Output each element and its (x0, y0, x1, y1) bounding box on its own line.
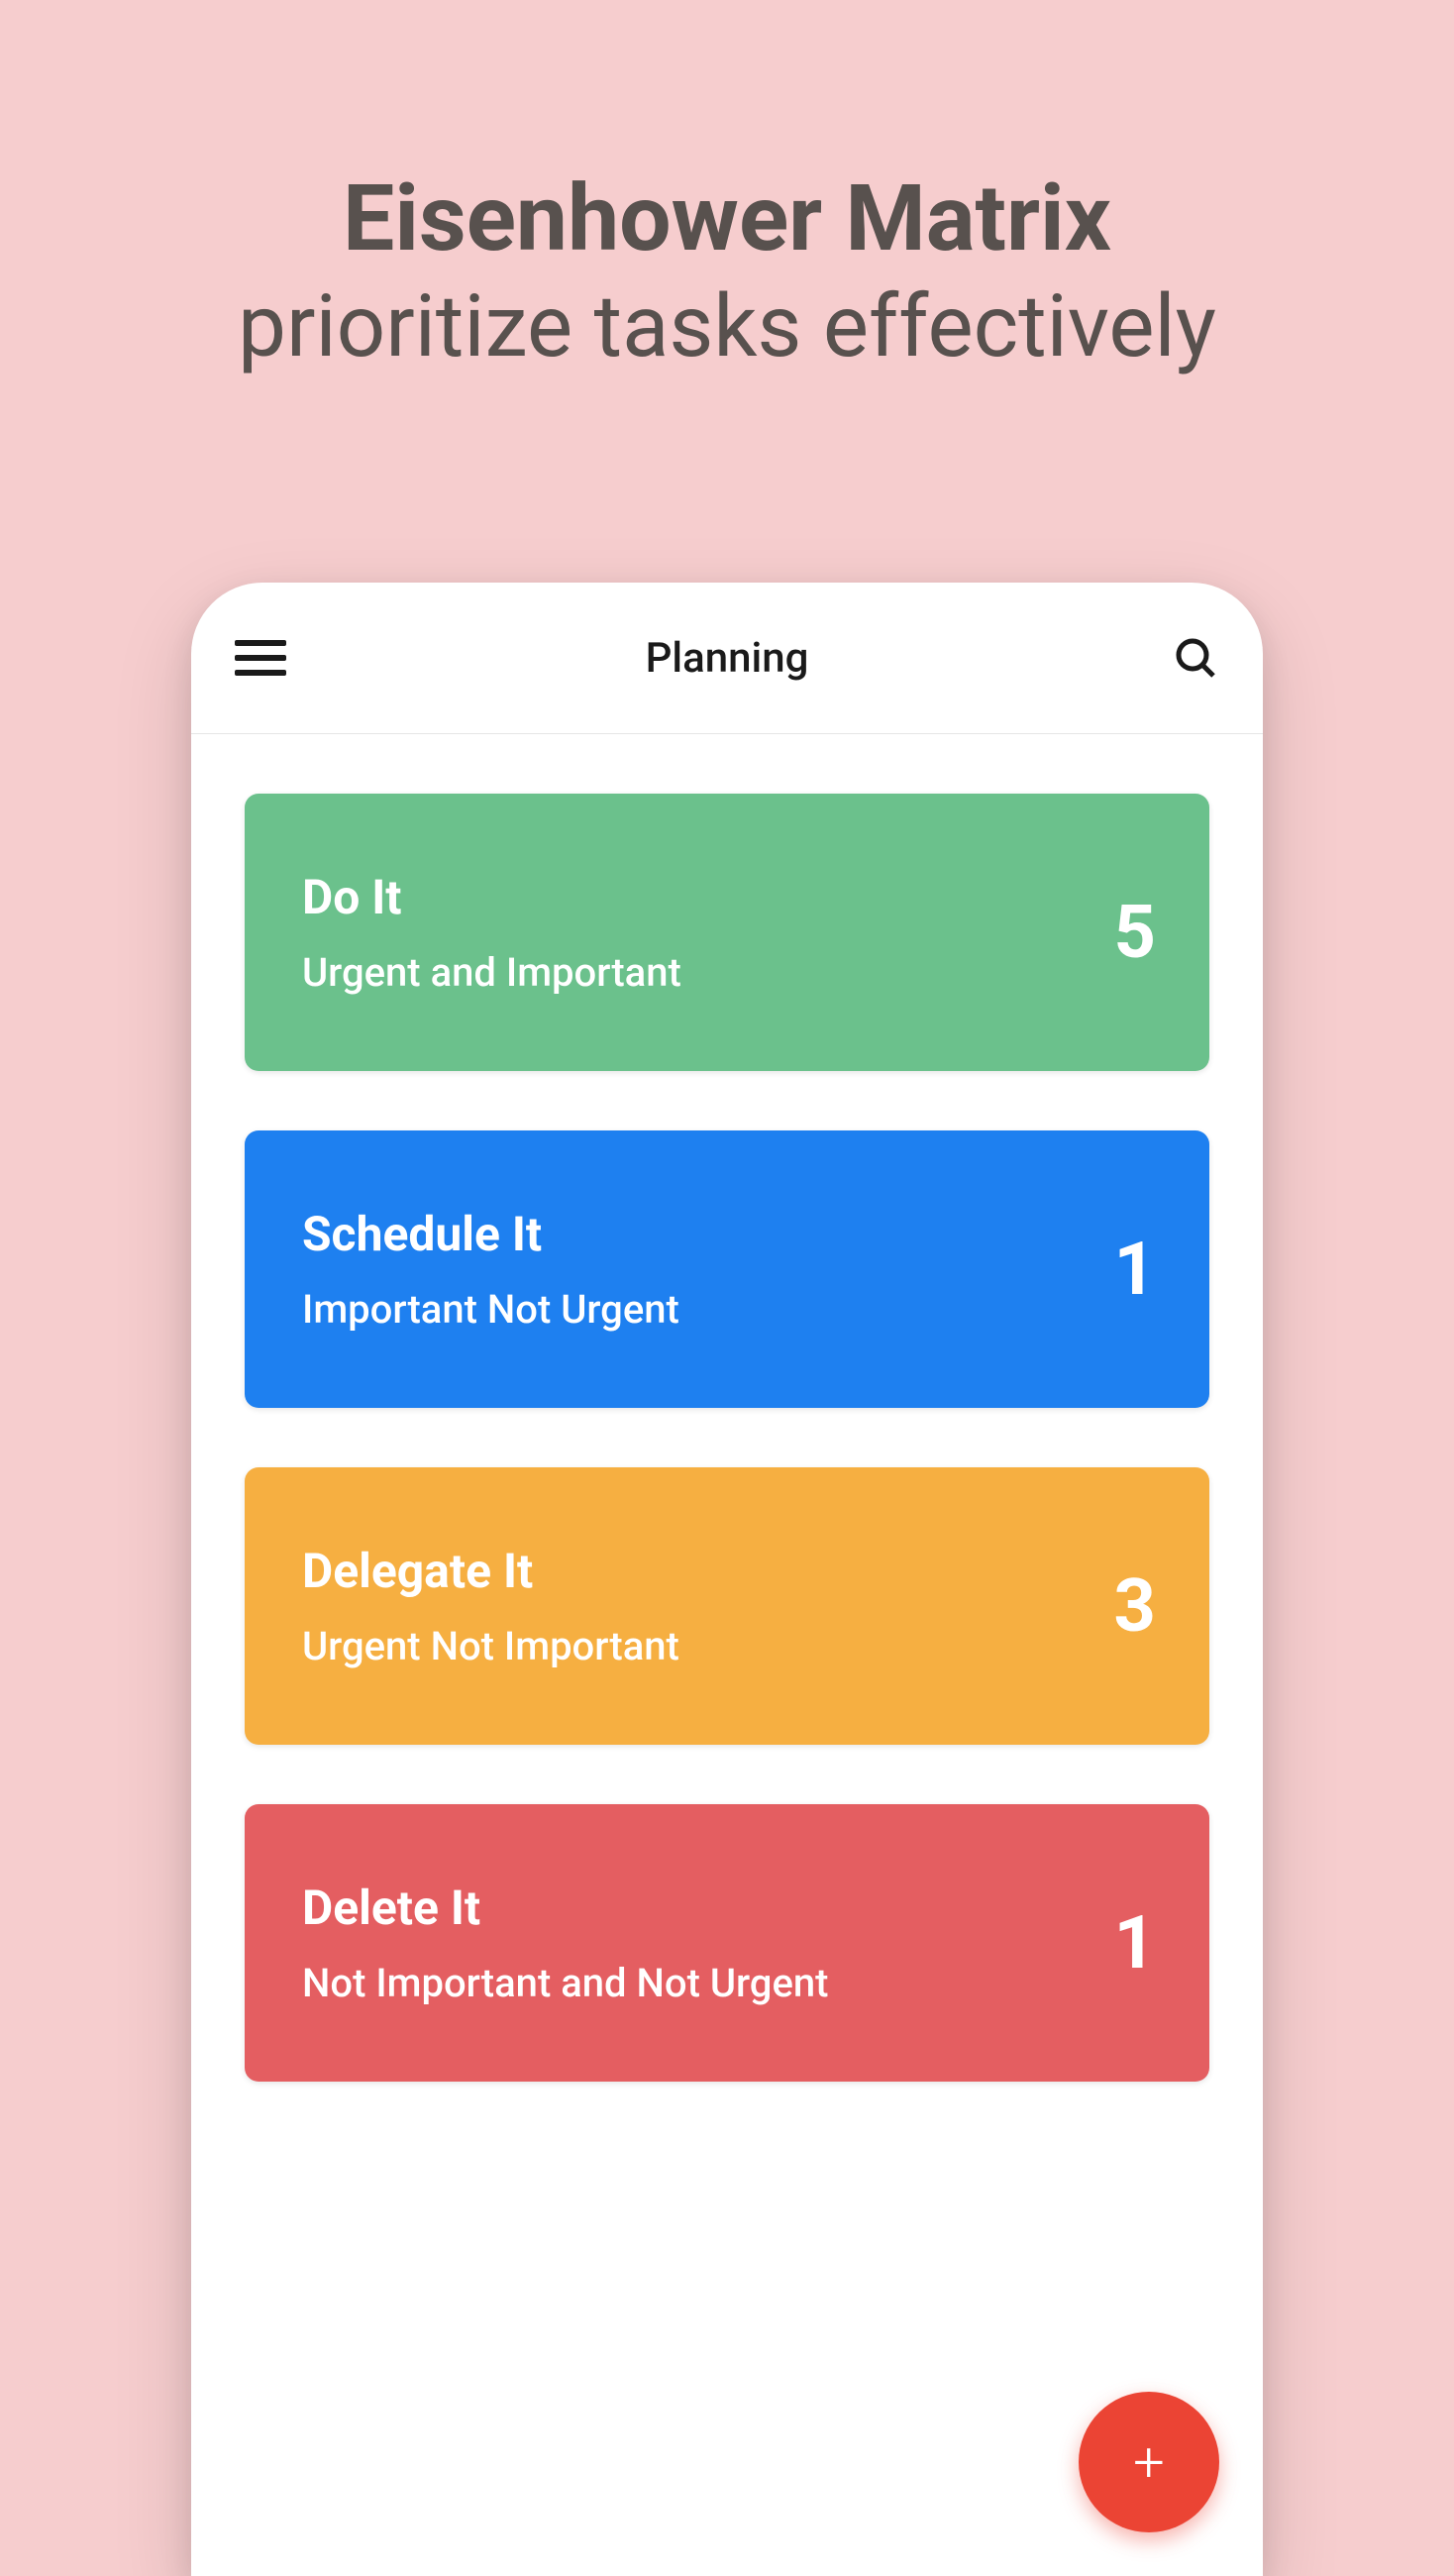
quadrant-card-delete-it[interactable]: Delete It Not Important and Not Urgent 1 (245, 1804, 1209, 2082)
card-title: Schedule It (302, 1206, 679, 1262)
plus-icon: + (1133, 2434, 1165, 2490)
card-title: Do It (302, 869, 681, 925)
phone-frame: Planning Do It Urgent and Important 5 Sc… (191, 583, 1263, 2576)
card-subtitle: Urgent Not Important (302, 1623, 679, 1669)
card-subtitle: Not Important and Not Urgent (302, 1960, 828, 2006)
promo-heading: Eisenhower Matrix prioritize tasks effec… (0, 0, 1454, 376)
app-header: Planning (191, 583, 1263, 734)
card-count: 1 (1114, 1227, 1156, 1313)
card-text: Schedule It Important Not Urgent (302, 1206, 679, 1333)
hamburger-menu-icon[interactable] (235, 640, 286, 676)
quadrant-card-delegate-it[interactable]: Delegate It Urgent Not Important 3 (245, 1467, 1209, 1745)
card-text: Delegate It Urgent Not Important (302, 1543, 679, 1669)
promo-subtitle: prioritize tasks effectively (0, 277, 1454, 376)
card-subtitle: Urgent and Important (302, 949, 681, 996)
card-count: 3 (1114, 1563, 1156, 1650)
card-subtitle: Important Not Urgent (302, 1286, 679, 1333)
card-count: 1 (1114, 1900, 1156, 1986)
card-title: Delegate It (302, 1543, 679, 1599)
quadrant-cards-container: Do It Urgent and Important 5 Schedule It… (191, 734, 1263, 2082)
card-count: 5 (1114, 890, 1156, 976)
card-text: Delete It Not Important and Not Urgent (302, 1879, 828, 2006)
quadrant-card-schedule-it[interactable]: Schedule It Important Not Urgent 1 (245, 1130, 1209, 1408)
app-title: Planning (646, 634, 809, 683)
add-task-button[interactable]: + (1079, 2392, 1219, 2532)
card-text: Do It Urgent and Important (302, 869, 681, 996)
quadrant-card-do-it[interactable]: Do It Urgent and Important 5 (245, 794, 1209, 1071)
promo-title: Eisenhower Matrix (0, 168, 1454, 269)
search-icon[interactable] (1172, 634, 1219, 682)
card-title: Delete It (302, 1879, 828, 1936)
